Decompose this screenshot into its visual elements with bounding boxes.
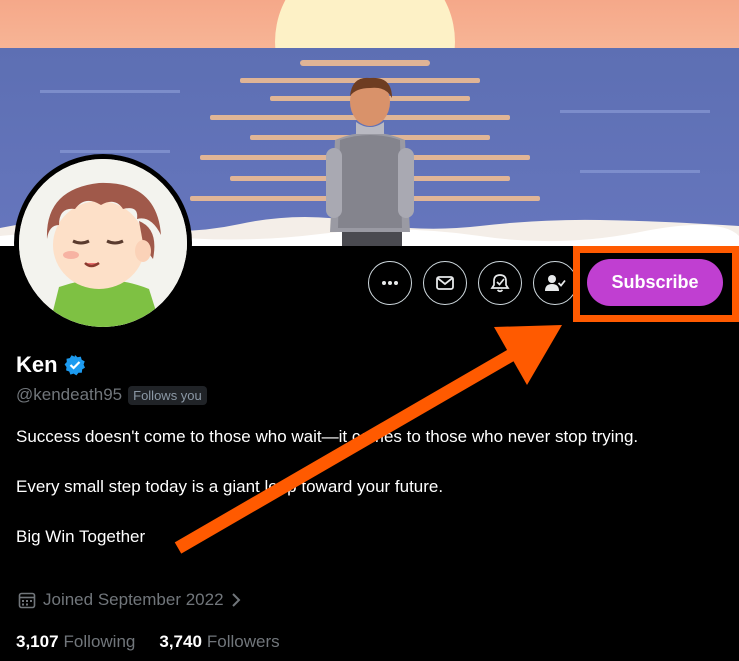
subscribe-button[interactable]: Subscribe: [587, 259, 723, 306]
profile-handle-row: @kendeath95 Follows you: [16, 385, 207, 405]
message-icon: [436, 276, 454, 290]
bio-line: Big Win Together: [16, 527, 146, 546]
calendar-icon: [18, 592, 36, 609]
follow-stats: 3,107 Following 3,740 Followers: [16, 632, 304, 652]
chevron-right-icon: [231, 593, 240, 607]
profile-bio: Success doesn't come to those who wait—i…: [16, 424, 716, 549]
followers-link[interactable]: 3,740 Followers: [159, 632, 279, 652]
followers-count: 3,740: [159, 632, 202, 651]
bio-line: Every small step today is a giant leap t…: [16, 477, 444, 496]
message-button[interactable]: [423, 261, 467, 305]
more-button[interactable]: [368, 261, 412, 305]
more-icon: [382, 281, 398, 285]
joined-date-row[interactable]: Joined September 2022: [17, 590, 248, 610]
profile-actions: [368, 260, 588, 306]
avatar-image: [19, 159, 187, 327]
following-label: Following: [63, 632, 136, 651]
verified-badge-icon[interactable]: [64, 354, 86, 376]
joined-date: Joined September 2022: [43, 590, 224, 609]
profile-avatar[interactable]: [14, 154, 192, 332]
profile-name-row: Ken: [16, 352, 86, 378]
bio-line: Success doesn't come to those who wait—i…: [16, 427, 639, 446]
notification-icon: [490, 274, 510, 293]
follow-user-button[interactable]: [533, 261, 577, 305]
profile-handle: @kendeath95: [16, 385, 123, 404]
following-link[interactable]: 3,107 Following: [16, 632, 135, 652]
profile-name: Ken: [16, 352, 58, 377]
notification-button[interactable]: [478, 261, 522, 305]
following-count: 3,107: [16, 632, 59, 651]
followers-label: Followers: [206, 632, 280, 651]
follow-user-icon: [545, 275, 566, 291]
follows-you-badge: Follows you: [128, 385, 207, 405]
